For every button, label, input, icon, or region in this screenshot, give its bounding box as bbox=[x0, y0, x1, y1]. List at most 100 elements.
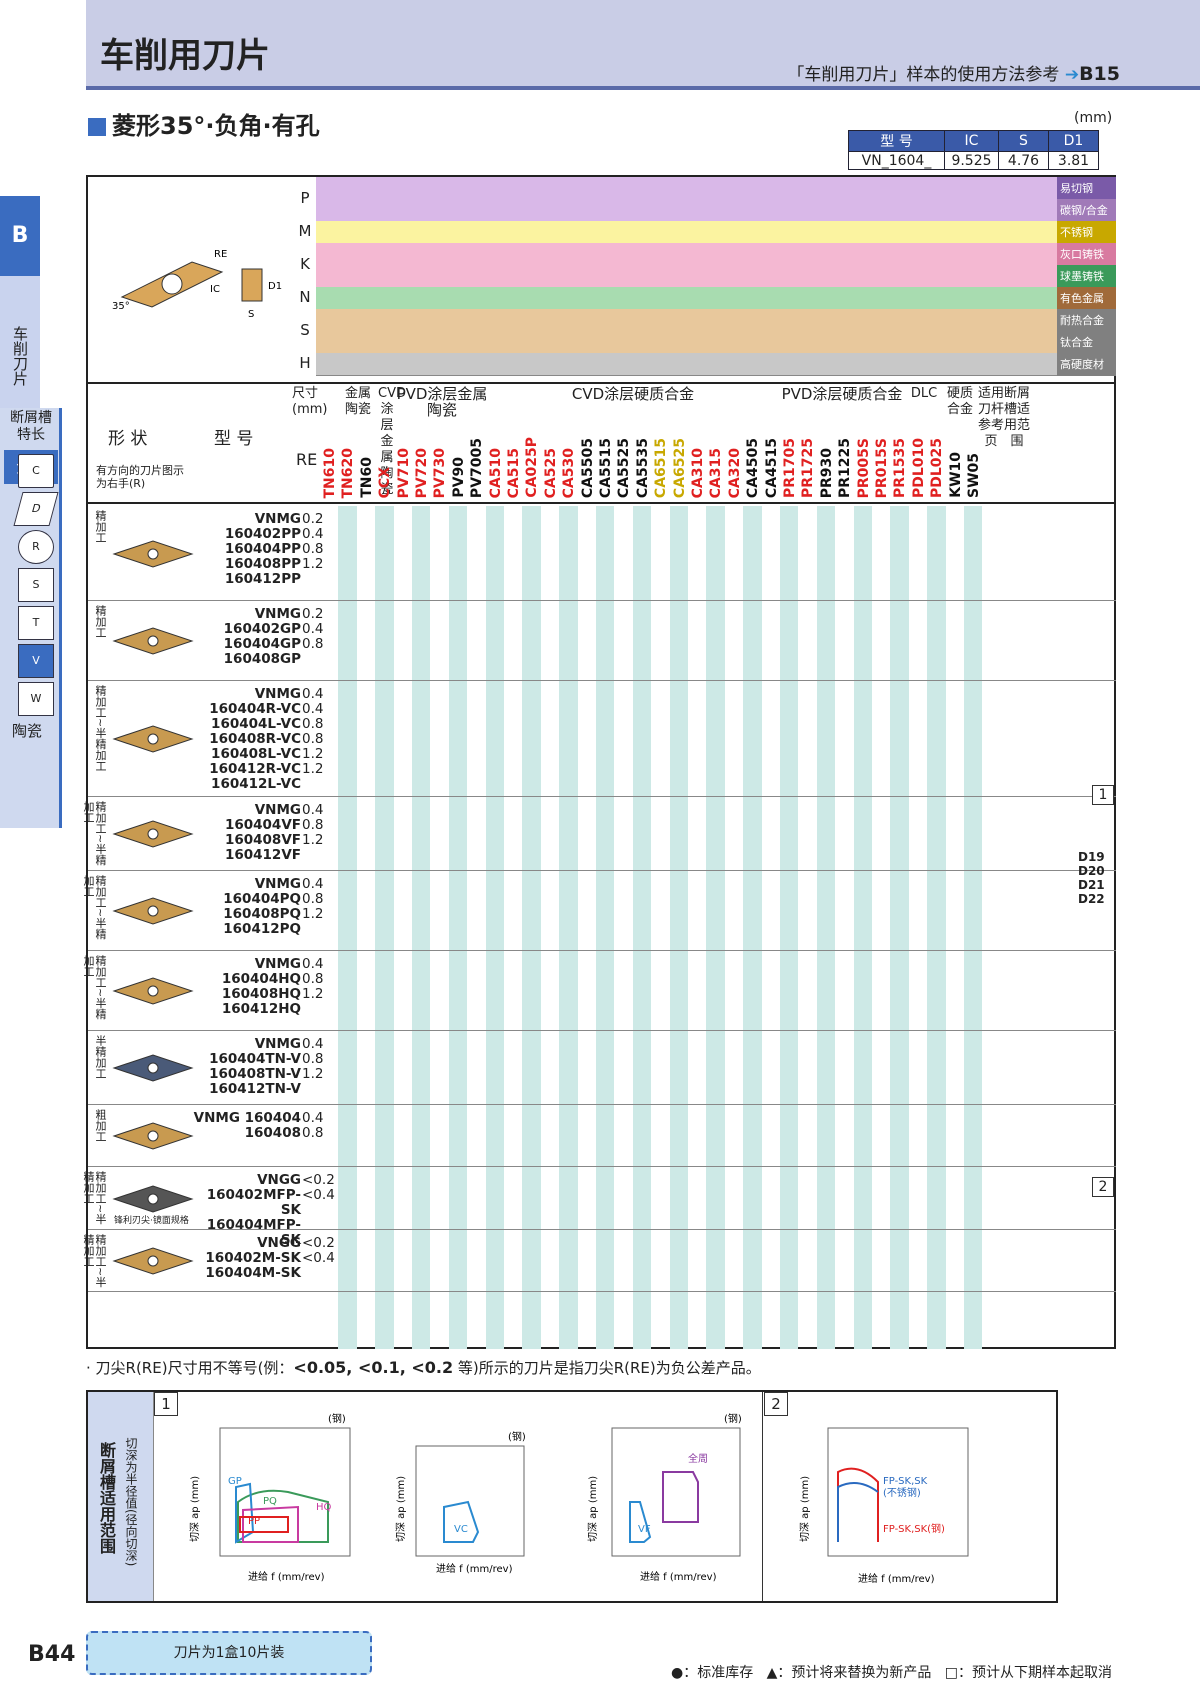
model-code[interactable]: 160404M-SK bbox=[191, 1266, 301, 1281]
model-code[interactable]: 160408PQ bbox=[191, 907, 301, 922]
reference-link[interactable]: 「车削用刀片」样本的使用方法参考 ➔B15 bbox=[787, 60, 1120, 85]
model-code[interactable]: 160412L-VC bbox=[191, 777, 301, 792]
model-code[interactable]: VNMG 160404PQ bbox=[191, 877, 301, 907]
grade-pdl025: PDL025 bbox=[929, 437, 946, 498]
legend-cancel: □：预计从下期样本起取消 bbox=[944, 1665, 1112, 1681]
model-code[interactable]: VNMG 160402PP bbox=[191, 512, 301, 542]
table-row[interactable]: 精加工~半精加工 VNMG 160404PQ 160408PQ 160412PQ 0.4… bbox=[82, 871, 1116, 951]
range-ref-2[interactable]: 2 bbox=[1092, 1177, 1114, 1197]
grade-pv730: PV730 bbox=[432, 447, 449, 498]
shape-header: 形 状 bbox=[108, 429, 148, 449]
re-value: 0.8 bbox=[302, 971, 324, 987]
iso-row-s bbox=[316, 309, 1057, 332]
spec-head-s: S bbox=[998, 130, 1049, 152]
iso-row-s bbox=[316, 331, 1057, 354]
holder-ref-d19[interactable]: D19 bbox=[1078, 850, 1105, 864]
model-code[interactable]: 160408PP bbox=[191, 557, 301, 572]
re-value: 0.4 bbox=[302, 802, 324, 818]
chart4-xlabel: 进给 f (mm/rev) bbox=[858, 1572, 935, 1585]
shape-s-button[interactable]: S bbox=[18, 568, 54, 602]
re-value: 1.2 bbox=[302, 556, 324, 572]
shape-w-button[interactable]: W bbox=[18, 682, 54, 716]
table-row[interactable]: 半精加工 VNMG 160404TN-V 160408TN-V 160412TN-V 0… bbox=[88, 1031, 1116, 1105]
diagram-label-ic: IC bbox=[210, 284, 220, 295]
iso-row-p bbox=[316, 199, 1057, 222]
shape-d-label: D bbox=[30, 502, 43, 515]
model-code[interactable]: 160412HQ bbox=[191, 1002, 301, 1017]
re-list: <0.2 <0.4 bbox=[302, 1236, 335, 1266]
label-steel: FP-SK,SK(钢) bbox=[883, 1522, 945, 1535]
side-nav: B 车削刀片 断屑槽特长 负角 C D R S T V W 陶瓷 bbox=[0, 196, 62, 828]
model-code[interactable]: 160412VF bbox=[191, 848, 301, 863]
model-code[interactable]: 160412PQ bbox=[191, 922, 301, 937]
table-row[interactable]: 精加工~半精加工 VNMG 160404VF 160408VF 160412VF 0.4… bbox=[82, 797, 1116, 871]
model-code[interactable]: 160408GP bbox=[191, 652, 301, 667]
model-code[interactable]: 160412PP bbox=[191, 572, 301, 587]
model-code[interactable]: VNMG 160404VF bbox=[191, 803, 301, 833]
label-gp: GP bbox=[228, 1476, 242, 1487]
grade-group-3: CVD涂层硬质合金 bbox=[571, 385, 695, 403]
re-value: 0.4 bbox=[302, 1110, 324, 1126]
iso-row-k bbox=[316, 265, 1057, 288]
shape-s-label: S bbox=[32, 578, 40, 591]
model-code[interactable]: 160412TN-V bbox=[191, 1082, 301, 1097]
shape-c-button[interactable]: C bbox=[18, 454, 54, 488]
shape-v-button[interactable]: V bbox=[18, 644, 54, 678]
grade-group-5: DLC bbox=[910, 386, 938, 401]
shape-note: 有方向的刀片图示为右手(R) bbox=[96, 464, 184, 490]
re-value: 0.8 bbox=[302, 541, 324, 557]
table-row[interactable]: 精加工 VNMG 160402GP 160404GP 160408GP 0.2 0.4 0.… bbox=[88, 601, 1116, 681]
grade-group-0: 金属陶瓷 bbox=[344, 386, 371, 417]
section-square-icon bbox=[88, 118, 106, 136]
ceramic-link[interactable]: 陶瓷 bbox=[12, 720, 42, 741]
model-code[interactable]: 160408R-VC bbox=[191, 732, 301, 747]
model-list: VNMG 160404TN-V 160408TN-V 160412TN-V bbox=[191, 1037, 301, 1097]
side-tab-turning[interactable]: 车削刀片 bbox=[0, 276, 40, 416]
table-row[interactable]: 精加工~半精加工 VNGG 160402MFP-SK 160404MFP-SK <0.… bbox=[82, 1167, 1116, 1248]
side-tab-b[interactable]: B bbox=[0, 196, 40, 276]
iso-legend-m-0: 不锈钢 bbox=[1057, 221, 1116, 244]
iso-letter-p: P bbox=[300, 189, 310, 207]
model-code[interactable]: 160404L-VC bbox=[191, 717, 301, 732]
grade-pv720: PV720 bbox=[414, 447, 430, 498]
holder-ref-d22[interactable]: D22 bbox=[1078, 892, 1105, 906]
table-row[interactable]: 精加工~半精加工 VNMG 160404R-VC 160404L-VC 160408R… bbox=[88, 681, 1116, 797]
re-list: 0.2 0.4 0.8 bbox=[302, 607, 323, 652]
table-row[interactable]: 精加工 VNMG 160402PP 160404PP 160408PP 160412PP… bbox=[88, 506, 1116, 601]
chart1-steel: (钢) bbox=[328, 1412, 346, 1425]
model-code[interactable]: VNMG 160404R-VC bbox=[191, 687, 301, 717]
shape-r-button[interactable]: R bbox=[18, 530, 54, 564]
curve-steel bbox=[837, 1467, 879, 1542]
shape-t-button[interactable]: T bbox=[18, 606, 54, 640]
range-ref-1[interactable]: 1 bbox=[1092, 785, 1114, 805]
table-row[interactable]: 精加工~半精加工 VNMG 160404HQ 160408HQ 160412HQ 0.4… bbox=[82, 951, 1116, 1031]
iso-letter-h: H bbox=[299, 354, 311, 372]
model-code[interactable]: VNGG 160402MFP-SK bbox=[191, 1173, 301, 1218]
model-list: VNGG 160402M-SK 160404M-SK bbox=[191, 1236, 301, 1281]
model-code[interactable]: 160412R-VC bbox=[191, 762, 301, 777]
model-code[interactable]: 160404PP bbox=[191, 542, 301, 557]
re-list: 0.4 0.8 1.2 bbox=[302, 877, 323, 922]
page-title: 车削用刀片 bbox=[100, 36, 270, 76]
model-code[interactable]: 160404GP bbox=[191, 637, 301, 652]
holder-ref-d21[interactable]: D21 bbox=[1078, 878, 1105, 892]
label-vc: VC bbox=[454, 1524, 468, 1535]
model-code[interactable]: VNMG 160404HQ bbox=[191, 957, 301, 987]
re-value: <0.4 bbox=[302, 1250, 335, 1266]
holder-ref-d20[interactable]: D20 bbox=[1078, 864, 1105, 878]
model-code[interactable]: VNMG 160404 bbox=[191, 1111, 301, 1126]
spec-head-d1: D1 bbox=[1048, 130, 1099, 152]
model-code[interactable]: VNMG 160404TN-V bbox=[191, 1037, 301, 1067]
page-number: B44 bbox=[28, 1642, 76, 1667]
chart-4: 切深 ap (mm) 进给 f (mm/rev) FP-SK,SK (不锈钢) … bbox=[799, 1427, 969, 1585]
model-code[interactable]: 160408VF bbox=[191, 833, 301, 848]
model-code[interactable]: VNGG 160402M-SK bbox=[191, 1236, 301, 1266]
model-code[interactable]: 160408 bbox=[191, 1126, 301, 1141]
model-code[interactable]: 160408L-VC bbox=[191, 747, 301, 762]
insert-image bbox=[112, 1121, 194, 1151]
model-code[interactable]: 160408HQ bbox=[191, 987, 301, 1002]
table-row[interactable]: 精加工~半精加工 VNGG 160402M-SK 160404M-SK <0.2 <0.… bbox=[82, 1230, 1116, 1292]
model-code[interactable]: 160408TN-V bbox=[191, 1067, 301, 1082]
table-row[interactable]: 粗加工 VNMG 160404 160408 0.4 0.8 bbox=[88, 1105, 1116, 1167]
model-code[interactable]: VNMG 160402GP bbox=[191, 607, 301, 637]
